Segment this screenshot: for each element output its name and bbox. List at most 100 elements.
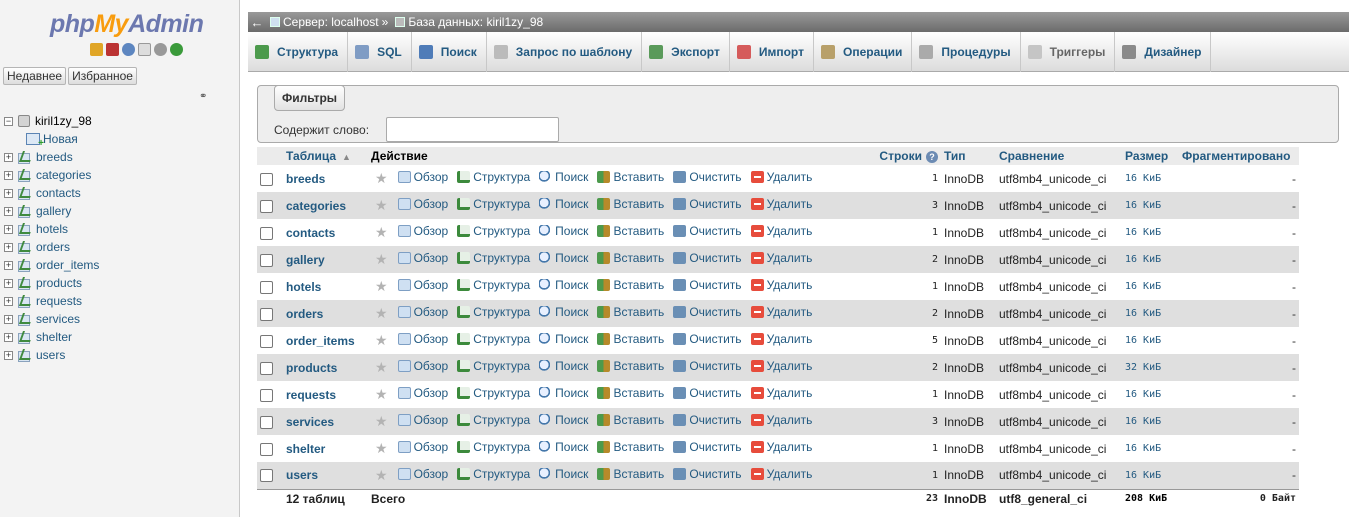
action-browse[interactable]: Обзор — [397, 224, 448, 238]
home-icon[interactable] — [90, 43, 103, 56]
action-insert[interactable]: Вставить — [597, 278, 664, 292]
database-icon[interactable] — [106, 43, 119, 56]
action-insert[interactable]: Вставить — [597, 440, 664, 454]
favorite-star-icon[interactable]: ★ — [375, 467, 388, 483]
action-browse[interactable]: Обзор — [397, 305, 448, 319]
collapse-icon[interactable]: − — [4, 116, 13, 126]
expand-icon[interactable]: + — [4, 224, 13, 234]
action-empty[interactable]: Очистить — [673, 224, 742, 238]
row-checkbox[interactable] — [260, 280, 273, 294]
table-size[interactable]: 16 КиБ — [1122, 273, 1179, 300]
table-name-link[interactable]: hotels — [283, 273, 368, 300]
action-structure[interactable]: Структура — [457, 251, 530, 265]
action-structure[interactable]: Структура — [457, 386, 530, 400]
action-insert[interactable]: Вставить — [597, 359, 664, 373]
action-empty[interactable]: Очистить — [673, 197, 742, 211]
action-browse[interactable]: Обзор — [397, 170, 448, 184]
favorite-star-icon[interactable]: ★ — [375, 413, 388, 429]
table-size[interactable]: 16 КиБ — [1122, 246, 1179, 273]
table-size[interactable]: 16 КиБ — [1122, 327, 1179, 354]
action-structure[interactable]: Структура — [457, 170, 530, 184]
menu-import[interactable]: Импорт — [730, 31, 814, 72]
action-search[interactable]: Поиск — [539, 467, 588, 481]
header-type[interactable]: Тип — [941, 147, 996, 165]
settings-icon[interactable] — [154, 43, 167, 56]
table-size[interactable]: 16 КиБ — [1122, 219, 1179, 246]
action-structure[interactable]: Структура — [457, 278, 530, 292]
table-name-link[interactable]: contacts — [283, 219, 368, 246]
action-insert[interactable]: Вставить — [597, 305, 664, 319]
action-insert[interactable]: Вставить — [597, 386, 664, 400]
expand-icon[interactable]: + — [4, 350, 13, 360]
action-structure[interactable]: Структура — [457, 359, 530, 373]
favorite-star-icon[interactable]: ★ — [375, 170, 388, 186]
row-checkbox[interactable] — [260, 307, 273, 321]
action-empty[interactable]: Очистить — [673, 440, 742, 454]
tree-table-breeds[interactable]: + breeds — [4, 148, 236, 166]
action-drop[interactable]: Удалить — [750, 170, 812, 184]
action-search[interactable]: Поиск — [539, 332, 588, 346]
action-insert[interactable]: Вставить — [597, 197, 664, 211]
favorite-star-icon[interactable]: ★ — [375, 251, 388, 267]
action-empty[interactable]: Очистить — [673, 305, 742, 319]
action-browse[interactable]: Обзор — [397, 359, 448, 373]
action-drop[interactable]: Удалить — [750, 197, 812, 211]
expand-icon[interactable]: + — [4, 188, 13, 198]
tree-database[interactable]: − kiril1zy_98 — [4, 112, 236, 130]
action-empty[interactable]: Очистить — [673, 386, 742, 400]
action-drop[interactable]: Удалить — [750, 386, 812, 400]
table-name-link[interactable]: breeds — [283, 165, 368, 192]
action-drop[interactable]: Удалить — [750, 359, 812, 373]
expand-icon[interactable]: + — [4, 332, 13, 342]
table-size[interactable]: 16 КиБ — [1122, 408, 1179, 435]
expand-icon[interactable]: + — [4, 314, 13, 324]
action-structure[interactable]: Структура — [457, 224, 530, 238]
favorite-star-icon[interactable]: ★ — [375, 440, 388, 456]
menu-search[interactable]: Поиск — [412, 31, 487, 72]
action-search[interactable]: Поиск — [539, 386, 588, 400]
action-structure[interactable]: Структура — [457, 197, 530, 211]
action-structure[interactable]: Структура — [457, 305, 530, 319]
favorite-star-icon[interactable]: ★ — [375, 305, 388, 321]
tree-table-contacts[interactable]: + contacts — [4, 184, 236, 202]
row-checkbox[interactable] — [260, 388, 273, 402]
action-structure[interactable]: Структура — [457, 467, 530, 481]
tab-recent[interactable]: Недавнее — [3, 67, 67, 85]
action-drop[interactable]: Удалить — [750, 224, 812, 238]
favorite-star-icon[interactable]: ★ — [375, 278, 388, 294]
help-icon[interactable]: ? — [926, 151, 938, 163]
action-empty[interactable]: Очистить — [673, 251, 742, 265]
reload-icon[interactable] — [170, 43, 183, 56]
action-empty[interactable]: Очистить — [673, 278, 742, 292]
tree-table-users[interactable]: + users — [4, 346, 236, 364]
action-empty[interactable]: Очистить — [673, 413, 742, 427]
action-browse[interactable]: Обзор — [397, 386, 448, 400]
row-checkbox[interactable] — [260, 442, 273, 456]
action-insert[interactable]: Вставить — [597, 467, 664, 481]
action-browse[interactable]: Обзор — [397, 197, 448, 211]
docs-icon[interactable] — [138, 43, 151, 56]
table-size[interactable]: 16 КиБ — [1122, 192, 1179, 219]
menu-structure[interactable]: Структура — [248, 31, 349, 72]
tree-new-table[interactable]: Новая — [4, 130, 236, 149]
action-drop[interactable]: Удалить — [750, 305, 812, 319]
table-name-link[interactable]: shelter — [283, 435, 368, 462]
action-empty[interactable]: Очистить — [673, 359, 742, 373]
favorite-star-icon[interactable]: ★ — [375, 332, 388, 348]
table-size[interactable]: 16 КиБ — [1122, 462, 1179, 489]
tree-table-categories[interactable]: + categories — [4, 166, 236, 184]
action-search[interactable]: Поиск — [539, 170, 588, 184]
action-empty[interactable]: Очистить — [673, 170, 742, 184]
table-size[interactable]: 16 КиБ — [1122, 300, 1179, 327]
menu-export[interactable]: Экспорт — [642, 31, 730, 72]
favorite-star-icon[interactable]: ★ — [375, 224, 388, 240]
action-browse[interactable]: Обзор — [397, 413, 448, 427]
header-table[interactable]: Таблица ▲ — [283, 147, 368, 165]
table-size[interactable]: 16 КиБ — [1122, 435, 1179, 462]
tree-table-services[interactable]: + services — [4, 310, 236, 328]
action-drop[interactable]: Удалить — [750, 413, 812, 427]
action-empty[interactable]: Очистить — [673, 332, 742, 346]
expand-icon[interactable]: + — [4, 206, 13, 216]
tree-table-products[interactable]: + products — [4, 274, 236, 292]
row-checkbox[interactable] — [260, 253, 273, 267]
